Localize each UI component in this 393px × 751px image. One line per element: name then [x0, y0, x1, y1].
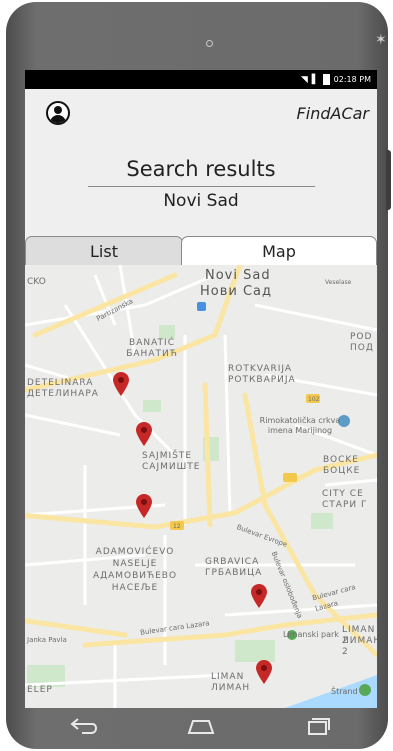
signal-icon: ▌	[311, 74, 319, 85]
status-bar: ◥ ▌ 02:18 PM	[25, 70, 377, 89]
map-label-adamovicevo-4: НАСЕЉЕ	[111, 583, 159, 593]
map-label-liman: LIMAN	[211, 672, 245, 682]
map-label-bocke: BOCKE	[323, 455, 359, 465]
app-screen: ◥ ▌ 02:18 PM FindACar Search results Nov…	[25, 70, 377, 708]
map-label-strand: Štrand	[331, 687, 358, 696]
map-label-rotkvarija: ROTKVARIJA	[228, 364, 293, 374]
back-icon[interactable]	[64, 714, 104, 738]
map-label-novi-sad: Novi Sad	[205, 268, 271, 283]
camera-dot	[206, 40, 213, 47]
home-icon[interactable]	[181, 714, 221, 738]
user-head-icon	[54, 106, 62, 114]
profile-button[interactable]	[46, 101, 70, 125]
app-title: FindACar	[296, 104, 369, 123]
car-location-pin[interactable]	[256, 660, 272, 684]
title-divider	[88, 186, 315, 187]
car-location-pin[interactable]	[113, 372, 129, 396]
map-label-detelinara-cyr: ДЕТЕЛИНАРА	[27, 389, 99, 399]
sensor-icon: ✶	[375, 32, 387, 48]
map-label-banatic: BANATIĆ	[129, 338, 175, 348]
map-label-bocke-cyr: БОЦКЕ	[323, 466, 361, 476]
car-location-pin[interactable]	[251, 584, 267, 608]
wifi-icon: ◥	[300, 74, 308, 85]
user-body-icon	[50, 115, 66, 123]
side-button	[386, 150, 391, 210]
map-roads	[25, 265, 377, 708]
city-name: Novi Sad	[163, 191, 239, 211]
map-label-adamovicevo: ADAMOVIĆEVO	[95, 547, 175, 557]
map-label-liman-2-cyr: ЛИМАН 2	[342, 636, 377, 657]
road-shield-12: 12	[173, 523, 181, 530]
map-label-rotkvarija-cyr: РОТКВАРИЈА	[228, 375, 296, 385]
map-label-adamovicevo-2: NASELJE	[112, 559, 158, 569]
road-shield-102: 102	[308, 396, 320, 403]
map-label-sajmiste: SAJMIŠTE	[142, 451, 193, 461]
recents-icon[interactable]	[298, 714, 338, 738]
map-label-liman-cyr: ЛИМАН	[211, 683, 251, 693]
page-title: Search results	[126, 157, 276, 181]
map-label-novi-sad-cyr: Нови Сад	[200, 284, 273, 299]
map-label-church-2: imena Marijinog	[267, 426, 333, 435]
status-time: 02:18 PM	[333, 75, 371, 84]
map-label-grbavica: GRBAVICA	[205, 557, 260, 567]
android-nav-bar	[25, 708, 377, 744]
map-label-banatic-cyr: БАНАТИЋ	[126, 349, 178, 359]
map-label-city-center-cyr: СТАРИ Г	[322, 500, 368, 510]
map-label-limanski-park: Limanski park	[283, 630, 339, 639]
map-label-elep: ELEP	[27, 685, 53, 695]
map-label-grbavica-cyr: ГРБАВИЦА	[205, 568, 263, 578]
map-label-sko: CKO	[27, 277, 46, 287]
map-label-pod-cyr: ПОД	[350, 343, 374, 353]
map-label-sajmiste-cyr: САЈМИШТЕ	[142, 462, 201, 472]
map-label-veselase: Veselase	[325, 279, 352, 286]
battery-icon	[322, 74, 330, 85]
map-view[interactable]: CKO Veselase Partizanska Novi Sad Нови С…	[25, 265, 377, 708]
map-label-pod: POD	[350, 332, 373, 342]
map-label-janka-pavla: Janka Pavla	[27, 636, 67, 644]
tab-map[interactable]: Map	[181, 236, 377, 265]
tab-list[interactable]: List	[25, 236, 183, 265]
car-location-pin[interactable]	[136, 494, 152, 518]
car-location-pin[interactable]	[136, 422, 152, 446]
map-label-detelinara: DETELINARA	[27, 378, 94, 388]
map-label-city-center: CITY CE	[322, 489, 364, 499]
map-label-adamovicevo-3: АДАМОВИЋЕВО	[92, 571, 178, 581]
